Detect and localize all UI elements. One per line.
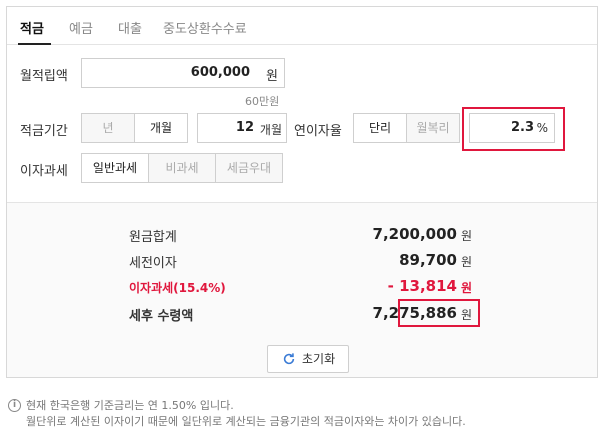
interest-tax-label: 이자과세(15.4%) xyxy=(129,281,226,295)
pretax-interest-label: 세전이자 xyxy=(129,256,177,271)
tab-loan[interactable]: 대출 xyxy=(118,18,142,37)
monthly-amount-label: 월적립액 xyxy=(20,69,68,84)
pretax-interest-unit: 원 xyxy=(461,255,473,269)
interest-tax-value: - 13,814 xyxy=(387,277,457,295)
net-amount-label: 세후 수령액 xyxy=(129,309,194,324)
rate-highlight-frame xyxy=(462,107,565,151)
period-unit: 개월 xyxy=(259,123,282,137)
base-rate-note: 현재 한국은행 기준금리는 연 1.50% 입니다. xyxy=(26,399,234,412)
rate-label: 연이자율 xyxy=(294,124,342,139)
calculator-tabs: 적금 예금 대출 중도상환수수료 xyxy=(7,7,597,45)
tab-savings[interactable]: 적금 xyxy=(20,18,44,37)
rate-compound-option[interactable]: 월복리 xyxy=(406,113,460,143)
period-value: 12 xyxy=(235,120,254,135)
calculation-note: 월단위로 계산된 이자이기 때문에 일단위로 계산되는 금융기관의 적금이자와는… xyxy=(26,415,466,428)
reset-button-label: 초기화 xyxy=(302,352,336,366)
period-unit-month[interactable]: 개월 xyxy=(134,113,188,143)
monthly-amount-value: 600,000 xyxy=(190,65,250,80)
tax-exempt-option[interactable]: 비과세 xyxy=(148,153,216,183)
tax-preferential-option[interactable]: 세금우대 xyxy=(215,153,283,183)
savings-calculator-panel: 적금 예금 대출 중도상환수수료 월적립액 600,000 원 60만원 적금기… xyxy=(6,6,598,378)
principal-total-label: 원금합계 xyxy=(129,230,177,245)
refresh-icon xyxy=(283,353,295,365)
period-unit-year[interactable]: 년 xyxy=(81,113,135,143)
tax-general-option[interactable]: 일반과세 xyxy=(81,153,149,183)
active-tab-indicator xyxy=(18,43,51,45)
interest-tax-unit: 원 xyxy=(461,281,473,295)
principal-total-unit: 원 xyxy=(461,229,473,243)
net-amount-highlight-frame xyxy=(398,299,480,327)
period-input[interactable]: 12 개월 xyxy=(197,113,287,143)
info-icon: i xyxy=(8,399,21,412)
monthly-amount-input[interactable]: 600,000 xyxy=(81,58,285,88)
pretax-interest-value: 89,700 xyxy=(399,251,457,269)
tab-deposit[interactable]: 예금 xyxy=(69,18,93,37)
monthly-amount-unit: 원 xyxy=(266,69,278,84)
rate-simple-option[interactable]: 단리 xyxy=(353,113,407,143)
period-label: 적금기간 xyxy=(20,124,68,139)
reset-button[interactable]: 초기화 xyxy=(267,345,349,373)
monthly-amount-hint: 60만원 xyxy=(245,95,280,108)
tab-prepayment-fee[interactable]: 중도상환수수료 xyxy=(163,18,247,37)
tax-type-label: 이자과세 xyxy=(20,164,68,179)
principal-total-value: 7,200,000 xyxy=(372,225,457,243)
